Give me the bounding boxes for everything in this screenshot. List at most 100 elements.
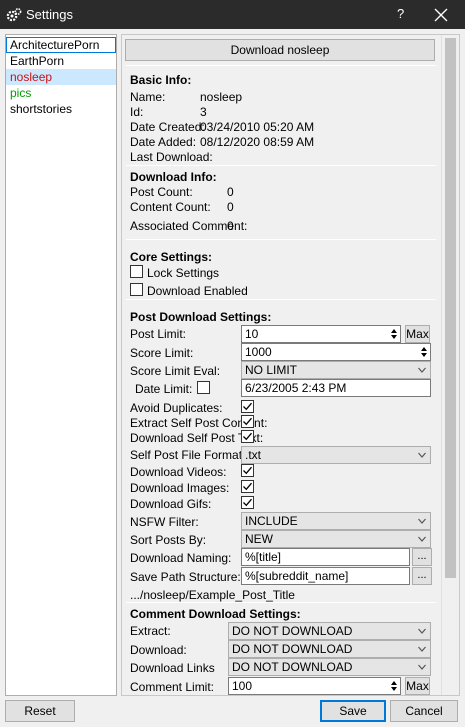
subreddit-list[interactable]: ArchitecturePorn EarthPorn nosleep pics … (5, 34, 117, 696)
post-count-value: 0 (227, 185, 234, 199)
cancel-button[interactable]: Cancel (390, 700, 458, 722)
comment-download-dropdown[interactable]: DO NOT DOWNLOAD (228, 640, 431, 658)
divider (126, 602, 436, 603)
lock-settings-checkbox[interactable] (130, 265, 143, 278)
example-path: .../nosleep/Example_Post_Title (130, 588, 295, 602)
associated-comment-value: 0 (227, 219, 234, 233)
content-count-label: Content Count: (130, 200, 211, 214)
spin-arrows-icon[interactable] (389, 327, 399, 341)
download-gifs-label: Download Gifs: (130, 497, 212, 511)
chevron-down-icon (418, 536, 426, 542)
nsfw-filter-dropdown[interactable]: INCLUDE (241, 512, 431, 530)
chevron-down-icon (418, 518, 426, 524)
avoid-duplicates-checkbox[interactable] (241, 400, 254, 413)
post-limit-label: Post Limit: (130, 327, 187, 341)
download-images-label: Download Images: (130, 481, 230, 495)
list-item[interactable]: EarthPorn (6, 53, 116, 69)
chevron-down-icon (418, 646, 426, 652)
date-added-label: Date Added: (130, 135, 197, 149)
download-videos-label: Download Videos: (130, 465, 227, 479)
help-button[interactable]: ? (397, 6, 404, 21)
lock-settings-label: Lock Settings (147, 266, 220, 280)
comment-links-label: Download Links (130, 661, 215, 675)
gear-icon (6, 8, 22, 22)
title-bar: Settings ? (0, 0, 465, 29)
checkmark-icon (243, 466, 252, 475)
close-icon[interactable] (432, 6, 450, 24)
reset-button[interactable]: Reset (5, 700, 75, 722)
comment-limit-max-button[interactable]: Max (405, 677, 430, 695)
download-gifs-checkbox[interactable] (241, 496, 254, 509)
chevron-down-icon (418, 628, 426, 634)
checkmark-icon (243, 498, 252, 507)
nsfw-filter-label: NSFW Filter: (130, 515, 199, 529)
date-limit-checkbox[interactable] (197, 381, 210, 394)
save-path-label: Save Path Structure: (130, 570, 241, 584)
id-value: 3 (200, 105, 207, 119)
sort-posts-dropdown[interactable]: NEW (241, 530, 431, 548)
download-subreddit-button[interactable]: Download nosleep (125, 39, 435, 61)
score-limit-spinbox[interactable]: 1000 (241, 343, 431, 361)
download-naming-browse-button[interactable]: ... (412, 548, 432, 566)
download-images-checkbox[interactable] (241, 480, 254, 493)
post-limit-spinbox[interactable]: 10 (241, 325, 401, 343)
sort-posts-label: Sort Posts By: (130, 533, 207, 547)
comment-limit-spinbox[interactable]: 100 (228, 677, 401, 695)
divider (126, 299, 436, 300)
save-button[interactable]: Save (320, 700, 386, 722)
avoid-duplicates-label: Avoid Duplicates: (130, 401, 223, 415)
score-eval-dropdown[interactable]: NO LIMIT (241, 361, 431, 379)
date-limit-label: Date Limit: (135, 382, 193, 396)
comment-download-label: Download: (130, 643, 187, 657)
name-value: nosleep (200, 90, 243, 104)
window-title: Settings (26, 7, 73, 22)
basic-info-header: Basic Info: (130, 73, 192, 87)
checkmark-icon (243, 482, 252, 491)
content-count-value: 0 (227, 200, 234, 214)
id-label: Id: (130, 105, 144, 119)
post-limit-max-button[interactable]: Max (405, 325, 430, 343)
divider (126, 65, 436, 66)
date-created-label: Date Created: (130, 120, 205, 134)
name-label: Name: (130, 90, 166, 104)
download-info-header: Download Info: (130, 170, 217, 184)
core-settings-header: Core Settings: (130, 250, 213, 264)
download-self-post-checkbox[interactable] (241, 430, 254, 443)
checkmark-icon (243, 417, 252, 426)
download-enabled-label: Download Enabled (147, 284, 248, 298)
score-limit-label: Score Limit: (130, 346, 194, 360)
comment-extract-label: Extract: (130, 624, 171, 638)
extract-self-post-checkbox[interactable] (241, 415, 254, 428)
date-created-value: 03/24/2010 05:20 AM (200, 120, 315, 134)
self-post-format-label: Self Post File Format: (130, 448, 246, 462)
download-videos-checkbox[interactable] (241, 464, 254, 477)
list-item[interactable]: pics (6, 85, 116, 101)
self-post-format-dropdown[interactable]: .txt (241, 446, 431, 464)
download-naming-field[interactable]: %[title] (241, 548, 410, 566)
spin-arrows-icon[interactable] (419, 345, 429, 359)
divider (126, 165, 436, 166)
comment-links-dropdown[interactable]: DO NOT DOWNLOAD (228, 658, 431, 676)
checkmark-icon (243, 402, 252, 411)
save-path-browse-button[interactable]: ... (412, 567, 432, 585)
divider (126, 239, 436, 240)
checkmark-icon (243, 432, 252, 441)
chevron-down-icon (418, 367, 426, 373)
download-enabled-checkbox[interactable] (130, 283, 143, 296)
chevron-down-icon (418, 664, 426, 670)
date-limit-field[interactable]: 6/23/2005 2:43 PM (241, 379, 431, 397)
save-path-field[interactable]: %[subreddit_name] (241, 567, 410, 585)
scrollbar-thumb[interactable] (445, 38, 456, 578)
vertical-scrollbar[interactable] (441, 35, 459, 695)
date-added-value: 08/12/2020 08:59 AM (200, 135, 315, 149)
comment-extract-dropdown[interactable]: DO NOT DOWNLOAD (228, 622, 431, 640)
list-item[interactable]: shortstories (6, 101, 116, 117)
list-item[interactable]: nosleep (6, 69, 116, 85)
comment-limit-label: Comment Limit: (130, 680, 215, 694)
score-eval-label: Score Limit Eval: (130, 364, 221, 378)
spin-arrows-icon[interactable] (389, 679, 399, 693)
download-naming-label: Download Naming: (130, 551, 232, 565)
chevron-down-icon (418, 452, 426, 458)
comment-settings-header: Comment Download Settings: (130, 607, 301, 621)
list-item[interactable]: ArchitecturePorn (6, 37, 116, 53)
